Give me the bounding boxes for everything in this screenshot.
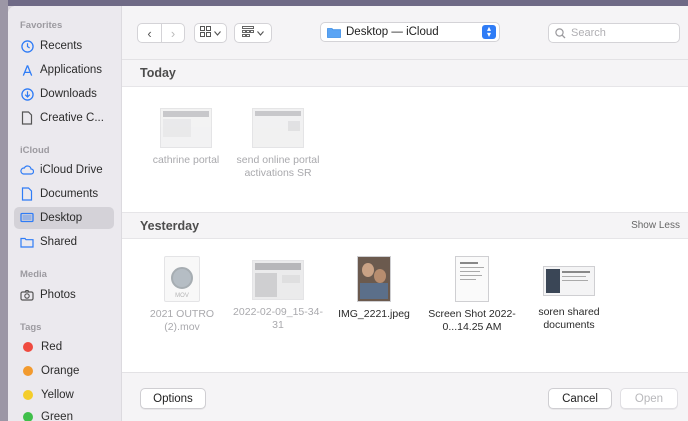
sidebar-tag-green[interactable]: Green: [14, 406, 114, 421]
sidebar-tag-yellow[interactable]: Yellow: [14, 384, 114, 406]
sidebar-item-shared[interactable]: Shared: [14, 231, 114, 253]
sidebar-item-label: Desktop: [40, 212, 83, 224]
sidebar-item-photos[interactable]: Photos: [14, 284, 114, 306]
file-item-outro-mov[interactable]: MOV 2021 OUTRO (2).mov: [132, 256, 232, 334]
tag-dot-icon: [23, 366, 33, 376]
file-thumbnail: [252, 108, 304, 148]
sidebar-item-label: Shared: [40, 236, 78, 248]
file-name: send online portal activations SR: [236, 154, 320, 179]
file-name: Screen Shot 2022-0...14.25 AM: [428, 308, 516, 333]
file-thumbnail: [252, 260, 304, 300]
location-label: Desktop — iCloud: [346, 26, 439, 38]
sidebar: Favorites Recents Applications Downloads…: [8, 6, 122, 421]
file-item-img-2221[interactable]: IMG_2221.jpeg: [324, 256, 424, 321]
section-header-today: Today: [122, 60, 688, 87]
search-icon: [555, 27, 566, 39]
desktop-icon: [20, 211, 34, 225]
forward-button[interactable]: ›: [160, 24, 184, 42]
mov-badge: MOV: [175, 293, 189, 299]
sidebar-item-label: Photos: [40, 289, 76, 301]
file-thumbnail: MOV: [164, 256, 200, 302]
file-name: soren shared documents: [538, 306, 600, 331]
chevron-down-icon: [257, 27, 264, 39]
location-popup[interactable]: Desktop — iCloud ▴ ▾: [320, 22, 500, 42]
search-input[interactable]: [571, 27, 671, 39]
sidebar-item-documents[interactable]: Documents: [14, 183, 114, 205]
grid-icon: [200, 26, 211, 40]
section-title: Today: [140, 66, 176, 80]
section-title: Yesterday: [140, 218, 200, 233]
clock-icon: [20, 39, 34, 53]
file-browser: Today cathrine portal send online portal…: [122, 60, 688, 372]
sidebar-header-icloud: iCloud: [20, 145, 50, 156]
sidebar-item-label: Documents: [40, 188, 99, 200]
dialog-footer: Options Cancel Open: [122, 372, 688, 421]
location-stepper-icon: ▴ ▾: [482, 25, 496, 39]
section-header-yesterday: Yesterday Show Less: [122, 212, 688, 239]
file-name: IMG_2221.jpeg: [338, 308, 410, 320]
sidebar-item-label: iCloud Drive: [40, 164, 103, 176]
file-item-cathrine-portal[interactable]: cathrine portal: [136, 108, 236, 167]
folder-icon: [20, 187, 34, 201]
file-thumbnail: [455, 256, 489, 302]
folder-icon: [327, 27, 341, 38]
tag-dot-icon: [23, 412, 33, 421]
sidebar-item-label: Red: [41, 341, 63, 353]
file-name: cathrine portal: [152, 154, 220, 166]
grid-group-icon: [242, 26, 254, 40]
sidebar-item-icloud-drive[interactable]: iCloud Drive: [14, 159, 114, 181]
sidebar-item-label: Recents: [40, 40, 83, 52]
download-icon: [20, 87, 34, 101]
file-thumbnail: [543, 266, 595, 296]
options-button[interactable]: Options: [140, 388, 206, 409]
camera-icon: [20, 288, 34, 302]
sidebar-header-favorites: Favorites: [20, 20, 63, 31]
sidebar-item-label: Yellow: [41, 389, 74, 401]
file-item-2022-02-09[interactable]: 2022-02-09_15-34-31: [228, 260, 328, 332]
sidebar-tag-red[interactable]: Red: [14, 336, 114, 358]
sidebar-item-label: Green: [41, 411, 73, 421]
open-file-dialog: Favorites Recents Applications Downloads…: [8, 6, 688, 421]
sidebar-item-recents[interactable]: Recents: [14, 35, 114, 57]
document-icon: [20, 111, 34, 125]
group-by-button[interactable]: [234, 23, 272, 43]
sidebar-item-label: Applications: [40, 64, 103, 76]
tag-dot-icon: [23, 390, 33, 400]
sidebar-header-tags: Tags: [20, 322, 42, 333]
chevron-down-icon: [214, 27, 221, 39]
sidebar-item-label: Downloads: [40, 88, 97, 100]
file-thumbnail: [160, 108, 212, 148]
sidebar-item-desktop[interactable]: Desktop: [14, 207, 114, 229]
sidebar-item-downloads[interactable]: Downloads: [14, 83, 114, 105]
toolbar: ‹ › Desktop — iCloud ▴ ▾: [122, 6, 688, 60]
file-item-send-online-portal[interactable]: send online portal activations SR: [228, 108, 328, 180]
cloud-icon: [20, 163, 34, 177]
navigation-buttons: ‹ ›: [137, 23, 185, 43]
applications-icon: [20, 63, 34, 77]
file-item-screen-shot[interactable]: Screen Shot 2022-0...14.25 AM: [422, 256, 522, 334]
background-window-edge: [0, 0, 8, 421]
file-item-soren-shared[interactable]: soren shared documents: [519, 260, 619, 332]
shared-folder-icon: [20, 235, 34, 249]
video-reel-icon: [171, 267, 193, 289]
file-thumbnail: [357, 256, 391, 302]
back-button[interactable]: ‹: [138, 24, 161, 42]
search-field[interactable]: [548, 23, 680, 43]
sidebar-item-creative-cloud[interactable]: Creative C...: [14, 107, 114, 129]
sidebar-item-applications[interactable]: Applications: [14, 59, 114, 81]
file-name: 2021 OUTRO (2).mov: [149, 308, 215, 333]
open-button[interactable]: Open: [620, 388, 678, 409]
sidebar-header-media: Media: [20, 269, 47, 280]
sidebar-tag-orange[interactable]: Orange: [14, 360, 114, 382]
sidebar-item-label: Orange: [41, 365, 80, 377]
sidebar-item-label: Creative C...: [40, 112, 104, 124]
file-name: 2022-02-09_15-34-31: [233, 306, 323, 331]
show-less-link[interactable]: Show Less: [631, 220, 680, 231]
icon-view-button[interactable]: [194, 23, 227, 43]
tag-dot-icon: [23, 342, 33, 352]
cancel-button[interactable]: Cancel: [548, 388, 612, 409]
